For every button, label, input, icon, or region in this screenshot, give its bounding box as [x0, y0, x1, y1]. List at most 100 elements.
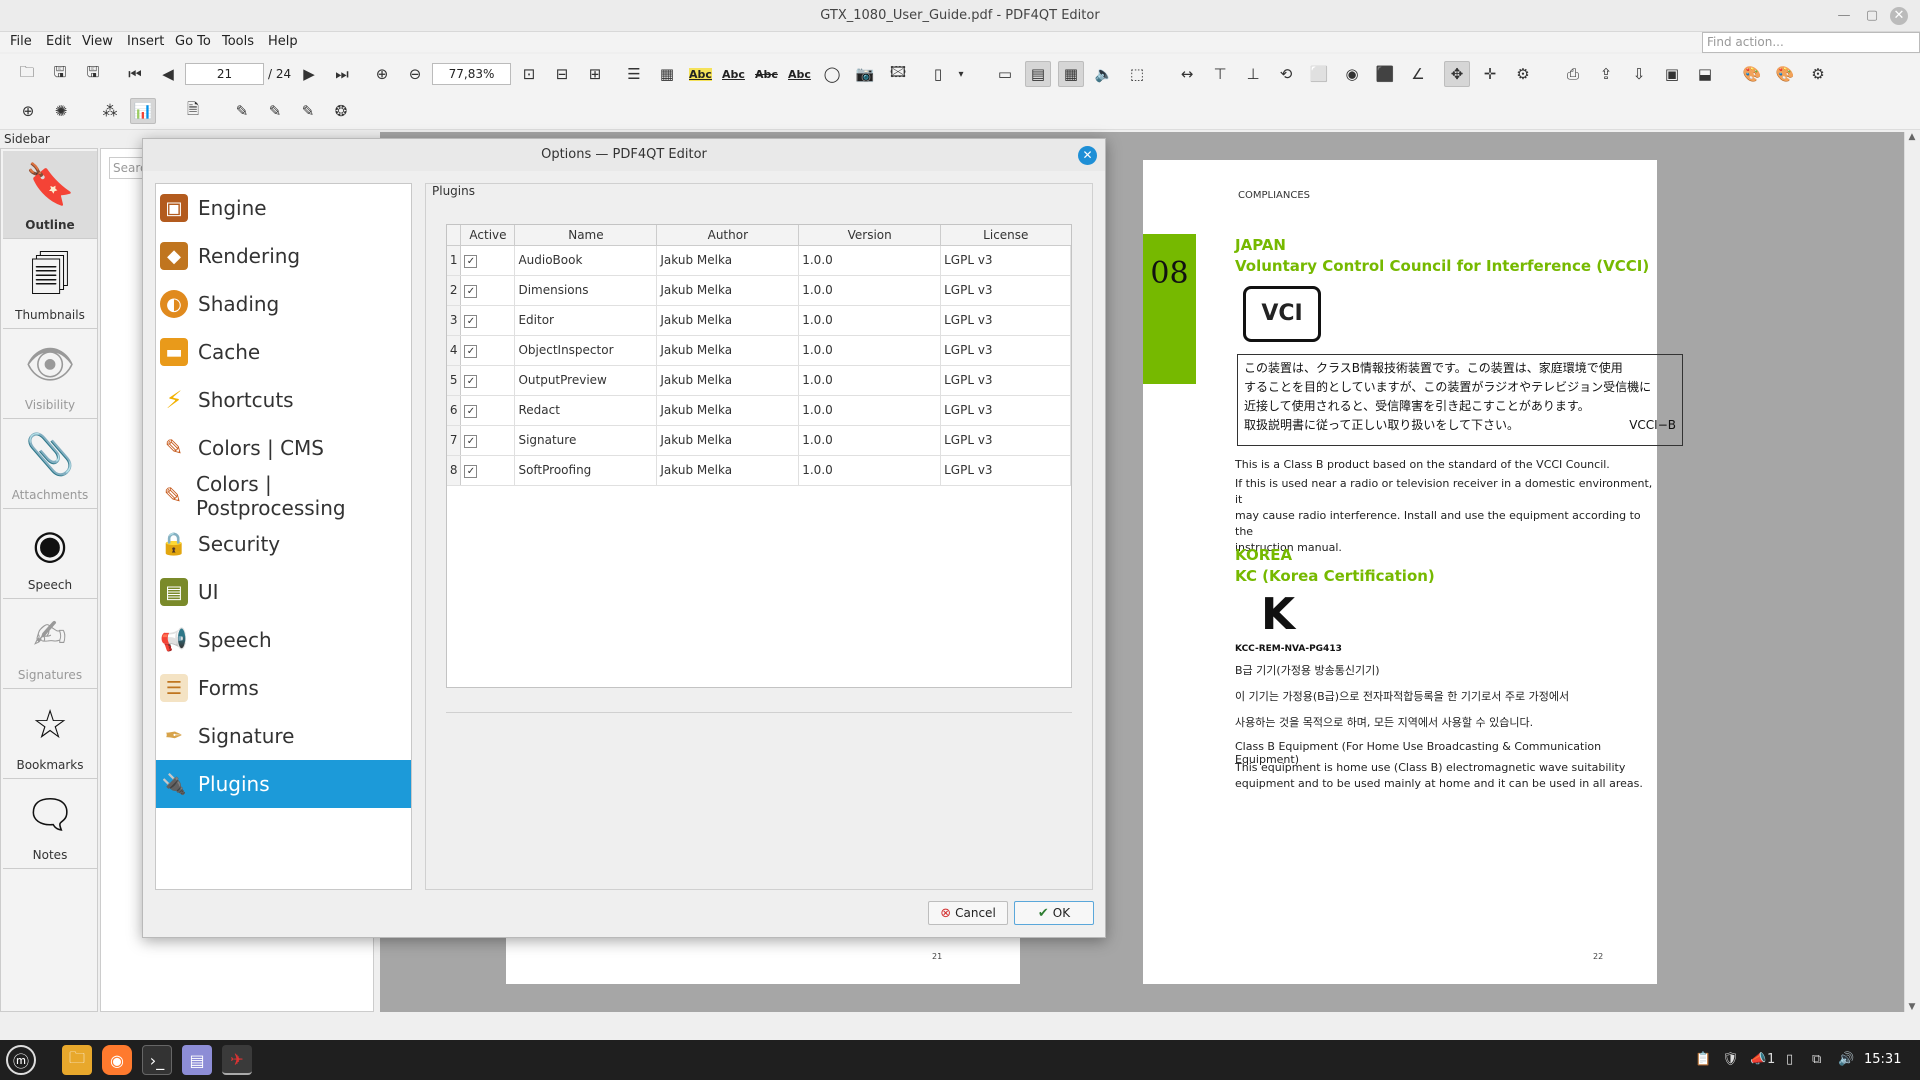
shield-icon[interactable]: 🛡: [1722, 1052, 1739, 1067]
certificate-icon[interactable]: 🗎: [180, 98, 206, 124]
active-checkbox[interactable]: ✓: [464, 314, 478, 328]
category-colors-cms[interactable]: ✎ Colors | CMS: [156, 424, 411, 472]
sidebar-item-speech[interactable]: ◉ Speech: [3, 511, 97, 599]
burst-icon[interactable]: ✺: [48, 98, 74, 124]
zoom-input[interactable]: 77,83%: [432, 63, 511, 85]
save-icon[interactable]: 🖫: [47, 61, 73, 87]
category-security[interactable]: 🔒 Security: [156, 520, 411, 568]
category-signature[interactable]: ✒ Signature: [156, 712, 411, 760]
text-select-icon[interactable]: ☰: [621, 61, 647, 87]
fit-height-icon[interactable]: ⊞: [582, 61, 608, 87]
single-page-icon[interactable]: ▭: [992, 61, 1018, 87]
menu-goto[interactable]: Go To: [175, 34, 211, 49]
settings-cog-icon[interactable]: ⚙: [1510, 61, 1536, 87]
zoom-out-icon[interactable]: ⊖: [402, 61, 428, 87]
move-icon[interactable]: ✥: [1444, 61, 1470, 87]
import-icon[interactable]: ⇩: [1626, 61, 1652, 87]
vertical-scrollbar[interactable]: ▲ ▼: [1904, 132, 1920, 1012]
active-checkbox[interactable]: ✓: [464, 344, 478, 358]
column-header-license[interactable]: License: [940, 225, 1071, 246]
files-icon[interactable]: 🗀: [62, 1045, 92, 1075]
active-checkbox[interactable]: ✓: [464, 284, 478, 298]
next-page-icon[interactable]: ▶: [296, 61, 322, 87]
circle-icon[interactable]: ◯: [819, 61, 845, 87]
category-plugins[interactable]: 🔌 Plugins: [156, 760, 411, 808]
table-row[interactable]: 1 ✓ AudioBook Jakub Melka 1.0.0 LGPL v3: [447, 245, 1071, 276]
clock[interactable]: 15:31: [1864, 1052, 1901, 1067]
last-page-icon[interactable]: ⏭: [329, 61, 355, 87]
inspector-icon[interactable]: ▣: [1659, 61, 1685, 87]
cancel-button[interactable]: ⊗ Cancel: [928, 901, 1008, 925]
browser-icon[interactable]: ◉: [102, 1045, 132, 1075]
table-row[interactable]: 7 ✓ Signature Jakub Melka 1.0.0 LGPL v3: [447, 425, 1071, 456]
angle-icon[interactable]: ∠: [1405, 61, 1431, 87]
nodes-icon[interactable]: ⁂: [97, 98, 123, 124]
page-number-input[interactable]: 21: [185, 63, 264, 85]
fit-page-icon[interactable]: ⊡: [516, 61, 542, 87]
maximize-icon[interactable]: ▢: [1862, 6, 1882, 26]
strikeout-text-icon[interactable]: Abc: [755, 68, 778, 81]
open-file-icon[interactable]: 🗀: [14, 61, 40, 87]
table-row[interactable]: 3 ✓ Editor Jakub Melka 1.0.0 LGPL v3: [447, 305, 1071, 336]
previous-page-icon[interactable]: ◀: [155, 61, 181, 87]
sidebar-item-attachments[interactable]: 📎 Attachments: [3, 421, 97, 509]
menu-help[interactable]: Help: [268, 34, 298, 49]
column-header-name[interactable]: Name: [514, 225, 658, 246]
table-select-icon[interactable]: ▦: [654, 61, 680, 87]
device-tray-icon[interactable]: ▯: [1786, 1052, 1793, 1067]
minimize-icon[interactable]: —: [1834, 6, 1854, 26]
category-speech[interactable]: 📢 Speech: [156, 616, 411, 664]
clear-icon[interactable]: ⬛: [1372, 61, 1398, 87]
scroll-down-icon[interactable]: ▼: [1905, 1002, 1919, 1012]
clipboard-icon[interactable]: 📋: [1695, 1052, 1711, 1067]
column-header-version[interactable]: Version: [798, 225, 942, 246]
screenshot-icon[interactable]: 📷: [852, 61, 878, 87]
text-editor-icon[interactable]: ▤: [182, 1045, 212, 1075]
first-page-icon[interactable]: ⏮: [122, 61, 148, 87]
object-icon[interactable]: ◉: [1339, 61, 1365, 87]
rotate-icon[interactable]: ⟲: [1273, 61, 1299, 87]
category-forms[interactable]: ☰ Forms: [156, 664, 411, 712]
verify-pen-icon[interactable]: ✎: [262, 98, 288, 124]
underline-text-icon[interactable]: Abc: [722, 68, 745, 81]
area-icon[interactable]: ⬜: [1306, 61, 1332, 87]
table-row[interactable]: 4 ✓ ObjectInspector Jakub Melka 1.0.0 LG…: [447, 335, 1071, 366]
ok-button[interactable]: ✔ OK: [1014, 901, 1094, 925]
chevron-down-icon[interactable]: ▾: [948, 61, 974, 87]
active-checkbox[interactable]: ✓: [464, 434, 478, 448]
column-header-active[interactable]: Active: [460, 225, 516, 246]
pdf4qt-app-icon[interactable]: ✈: [222, 1045, 252, 1075]
magic-select-icon[interactable]: ⬚: [1124, 61, 1150, 87]
options-gear-icon[interactable]: ⚙: [1805, 61, 1831, 87]
menu-edit[interactable]: Edit: [46, 34, 71, 49]
zoom-in-icon[interactable]: ⊕: [369, 61, 395, 87]
table-row[interactable]: 6 ✓ Redact Jakub Melka 1.0.0 LGPL v3: [447, 395, 1071, 426]
category-shading[interactable]: ◐ Shading: [156, 280, 411, 328]
category-shortcuts[interactable]: ⚡ Shortcuts: [156, 376, 411, 424]
network-icon[interactable]: ⧉: [1812, 1052, 1821, 1067]
close-icon[interactable]: ✕: [1078, 146, 1097, 165]
chart-icon[interactable]: 📊: [130, 98, 156, 124]
color-proof-icon[interactable]: 🎨: [1772, 61, 1798, 87]
timestamp-pen-icon[interactable]: ✎: [295, 98, 321, 124]
extract-image-icon[interactable]: 🖾: [885, 61, 911, 87]
export-icon[interactable]: ⇪: [1593, 61, 1619, 87]
find-action-input[interactable]: Find action...: [1702, 32, 1920, 53]
sidebar-item-thumbnails[interactable]: 🗐 Thumbnails: [3, 241, 97, 329]
sidebar-item-visibility[interactable]: 👁 Visibility: [3, 331, 97, 419]
fit-width-icon[interactable]: ⊟: [549, 61, 575, 87]
menu-tools[interactable]: Tools: [222, 34, 254, 49]
category-engine[interactable]: ▣ Engine: [156, 184, 411, 232]
category-cache[interactable]: ▬ Cache: [156, 328, 411, 376]
active-checkbox[interactable]: ✓: [464, 404, 478, 418]
print-icon[interactable]: ⎙: [1560, 61, 1586, 87]
seal-icon[interactable]: ❂: [328, 98, 354, 124]
perimeter-icon[interactable]: ⊥: [1240, 61, 1266, 87]
table-row[interactable]: 5 ✓ OutputPreview Jakub Melka 1.0.0 LGPL…: [447, 365, 1071, 396]
close-window-icon[interactable]: ✕: [1890, 7, 1908, 25]
active-checkbox[interactable]: ✓: [464, 374, 478, 388]
squiggly-text-icon[interactable]: Abc: [788, 68, 811, 81]
align-icon[interactable]: ✛: [1477, 61, 1503, 87]
save-as-icon[interactable]: 🖫: [80, 61, 106, 87]
two-pages-icon[interactable]: ▦: [1058, 61, 1084, 87]
